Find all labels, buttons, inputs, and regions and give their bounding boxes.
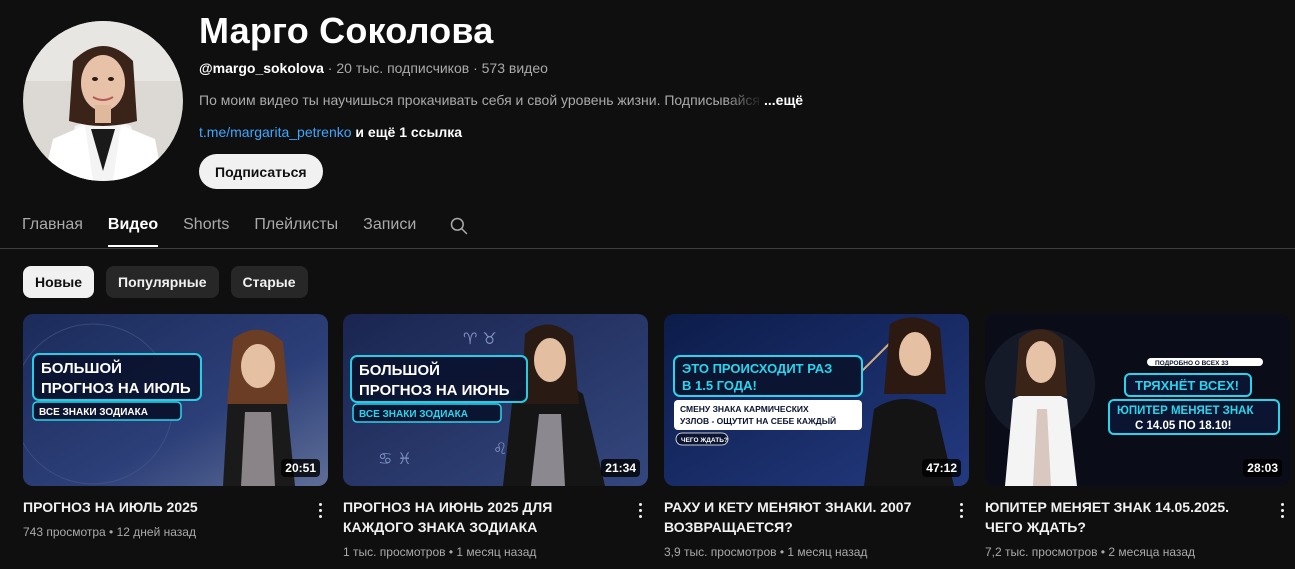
tab-posts[interactable]: Записи — [363, 207, 416, 248]
avatar-photo — [23, 21, 183, 181]
more-vert-icon[interactable] — [312, 500, 328, 520]
subscriber-count: 20 тыс. подписчиков — [336, 60, 470, 76]
video-views: 1 тыс. просмотров — [343, 545, 446, 559]
channel-name: Марго Соколова — [199, 10, 494, 51]
video-card[interactable]: ♈ ♉ ♌ ♒ ♋ ♓ БОЛЬШОЙ ПРОГНОЗ НА ИЮНЬ ВСЕ … — [343, 314, 648, 559]
video-age: 1 месяц назад — [787, 545, 868, 559]
video-duration: 21:34 — [601, 459, 640, 477]
video-thumbnail[interactable]: ♈ ♉ ♌ ♒ ♋ ♓ БОЛЬШОЙ ПРОГНОЗ НА ИЮНЬ ВСЕ … — [343, 314, 648, 486]
video-title[interactable]: РАХУ И КЕТУ МЕНЯЮТ ЗНАКИ. 2007 ВОЗВРАЩАЕ… — [664, 497, 939, 537]
channel-avatar — [23, 21, 183, 181]
more-links[interactable]: и ещё 1 ссылка — [355, 124, 462, 140]
video-age: 12 дней назад — [116, 525, 196, 539]
thumb-tag: ЧЕГО ЖДАТЬ? — [681, 437, 728, 444]
thumb-sub: ВСЕ ЗНАКИ ЗОДИАКА — [39, 407, 148, 418]
thumb-line: С 14.05 ПО 18.10! — [1135, 420, 1232, 432]
video-card[interactable]: БОЛЬШОЙ ПРОГНОЗ НА ИЮЛЬ ВСЕ ЗНАКИ ЗОДИАК… — [23, 314, 328, 539]
thumb-line: ПРОГНОЗ НА ИЮНЬ — [359, 382, 510, 399]
thumb-sub: УЗЛОВ - ОЩУТИТ НА СЕБЕ КАЖДЫЙ — [680, 415, 836, 426]
tab-playlists[interactable]: Плейлисты — [254, 207, 338, 248]
channel-meta: @margo_sokolova · 20 тыс. подписчиков · … — [199, 60, 548, 76]
video-stats: 1 тыс. просмотров • 1 месяц назад — [343, 545, 536, 559]
video-views: 7,2 тыс. просмотров — [985, 545, 1098, 559]
channel-description[interactable]: По моим видео ты научишься прокачивать с… — [199, 92, 803, 108]
thumb-sub: ВСЕ ЗНАКИ ЗОДИАКА — [359, 409, 468, 420]
video-stats: 743 просмотра • 12 дней назад — [23, 525, 196, 539]
video-views: 743 просмотра — [23, 525, 106, 539]
thumb-sub: СМЕНУ ЗНАКА КАРМИЧЕСКИХ — [680, 404, 809, 414]
chip-oldest[interactable]: Старые — [230, 266, 308, 298]
meta-separator: · — [469, 60, 482, 76]
thumb-top: ПОДРОБНО О ВСЕХ 33 — [1155, 360, 1229, 367]
channel-tabs: Главная Видео Shorts Плейлисты Записи — [22, 207, 468, 249]
video-age: 1 месяц назад — [456, 545, 537, 559]
thumb-line: БОЛЬШОЙ — [359, 361, 440, 379]
channel-links: t.me/margarita_petrenko и ещё 1 ссылка — [199, 124, 462, 140]
video-stats: 3,9 тыс. просмотров • 1 месяц назад — [664, 545, 867, 559]
video-duration: 28:03 — [1243, 459, 1282, 477]
description-more[interactable]: ...ещё — [764, 92, 803, 108]
thumb-line: ЭТО ПРОИСХОДИТ РАЗ — [682, 361, 832, 376]
more-vert-icon[interactable] — [1274, 500, 1290, 520]
more-vert-icon[interactable] — [632, 500, 648, 520]
thumb-line: ТРЯХНЁТ ВСЕХ! — [1135, 378, 1239, 393]
video-card[interactable]: ПОДРОБНО О ВСЕХ 33 ТРЯХНЁТ ВСЕХ! ЮПИТЕР … — [985, 314, 1290, 559]
video-title[interactable]: ПРОГНОЗ НА ИЮЛЬ 2025 — [23, 497, 298, 517]
video-title[interactable]: ЮПИТЕР МЕНЯЕТ ЗНАК 14.05.2025. ЧЕГО ЖДАТ… — [985, 497, 1260, 537]
search-icon[interactable] — [449, 216, 469, 236]
channel-handle: @margo_sokolova — [199, 60, 324, 76]
video-duration: 20:51 — [281, 459, 320, 477]
video-views: 3,9 тыс. просмотров — [664, 545, 777, 559]
video-thumbnail[interactable]: БОЛЬШОЙ ПРОГНОЗ НА ИЮЛЬ ВСЕ ЗНАКИ ЗОДИАК… — [23, 314, 328, 486]
chip-popular[interactable]: Популярные — [106, 266, 219, 298]
description-text: По моим видео ты научишься прокачивать с… — [199, 92, 761, 108]
stats-separator: • — [105, 525, 117, 539]
video-age: 2 месяца назад — [1108, 545, 1196, 559]
stats-separator: • — [445, 545, 457, 559]
video-count: 573 видео — [481, 60, 548, 76]
video-thumbnail[interactable]: ПОДРОБНО О ВСЕХ 33 ТРЯХНЁТ ВСЕХ! ЮПИТЕР … — [985, 314, 1290, 486]
thumb-line: В 1.5 ГОДА! — [682, 378, 757, 393]
video-card[interactable]: ЭТО ПРОИСХОДИТ РАЗ В 1.5 ГОДА! СМЕНУ ЗНА… — [664, 314, 969, 559]
video-title[interactable]: ПРОГНОЗ НА ИЮНЬ 2025 ДЛЯ КАЖДОГО ЗНАКА З… — [343, 497, 618, 537]
sort-chips: Новые Популярные Старые — [23, 266, 308, 298]
tab-videos[interactable]: Видео — [107, 207, 159, 248]
tab-home[interactable]: Главная — [22, 207, 83, 248]
stats-separator: • — [776, 545, 788, 559]
stats-separator: • — [1097, 545, 1109, 559]
chip-newest[interactable]: Новые — [23, 266, 95, 298]
thumb-line: БОЛЬШОЙ — [41, 359, 122, 377]
svg-text:♈ ♉: ♈ ♉ — [463, 329, 497, 348]
tabs-divider — [0, 248, 1295, 249]
video-stats: 7,2 тыс. просмотров • 2 месяца назад — [985, 545, 1195, 559]
video-thumbnail[interactable]: ЭТО ПРОИСХОДИТ РАЗ В 1.5 ГОДА! СМЕНУ ЗНА… — [664, 314, 969, 486]
more-vert-icon[interactable] — [953, 500, 969, 520]
tab-shorts[interactable]: Shorts — [183, 207, 229, 248]
video-duration: 47:12 — [922, 459, 961, 477]
subscribe-button[interactable]: Подписаться — [199, 154, 323, 189]
meta-separator: · — [323, 60, 337, 76]
svg-text:♋ ♓: ♋ ♓ — [378, 449, 412, 468]
channel-link[interactable]: t.me/margarita_petrenko — [199, 124, 352, 140]
thumb-line: ЮПИТЕР МЕНЯЕТ ЗНАК — [1117, 405, 1254, 417]
thumb-line: ПРОГНОЗ НА ИЮЛЬ — [41, 380, 191, 397]
